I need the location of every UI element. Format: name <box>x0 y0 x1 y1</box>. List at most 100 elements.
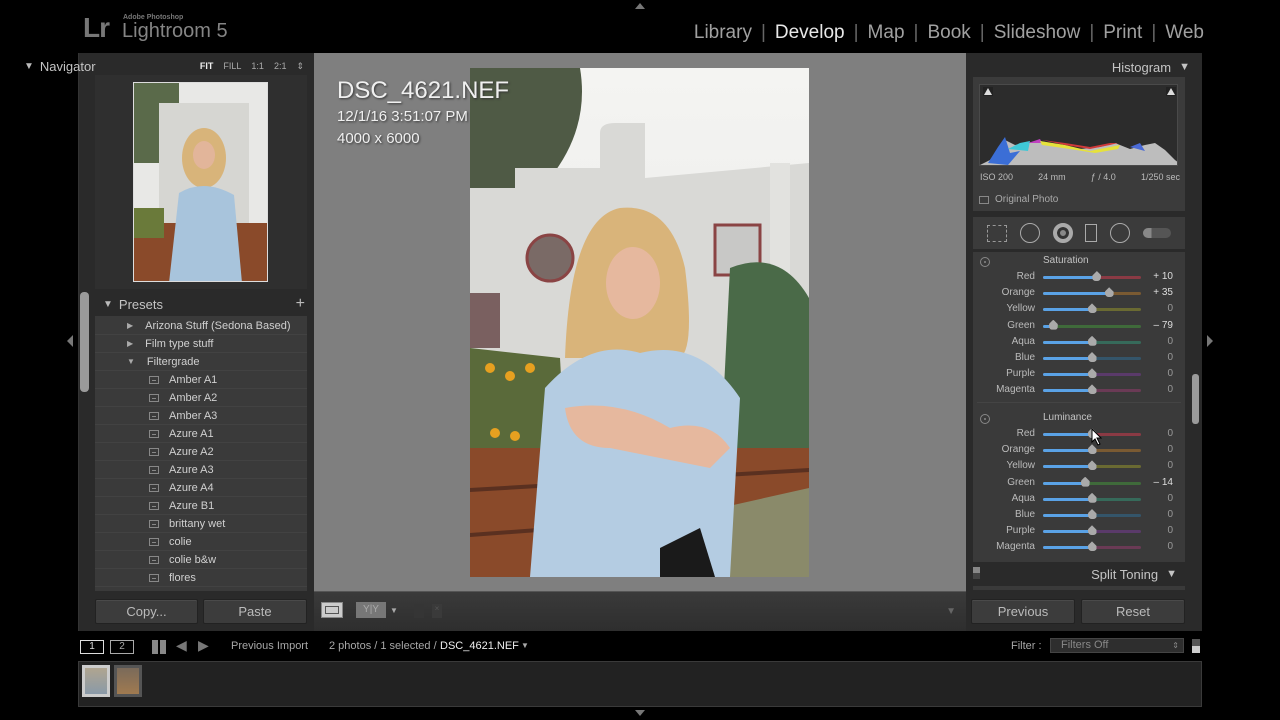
preset-folder[interactable]: ▶ Film type stuff <box>95 335 307 353</box>
view-dropdown-icon[interactable]: ▼ <box>390 606 398 615</box>
filmstrip-thumbnail[interactable] <box>82 665 110 697</box>
saturation-slider-orange[interactable]: Orange + 35 <box>973 285 1185 301</box>
saturation-slider-blue[interactable]: Blue 0 <box>973 350 1185 366</box>
module-develop[interactable]: Develop <box>775 22 845 44</box>
slider-value[interactable]: 0 <box>1137 428 1173 439</box>
module-book[interactable]: Book <box>927 22 970 44</box>
slider-value[interactable]: 0 <box>1137 352 1173 363</box>
slider-thumb[interactable] <box>1087 492 1097 503</box>
luminance-slider-red[interactable]: Red 0 <box>973 426 1185 442</box>
slider-thumb[interactable] <box>1104 287 1114 298</box>
preset-folder[interactable]: ▼ Filtergrade <box>95 353 307 371</box>
slider-value[interactable]: 0 <box>1137 303 1173 314</box>
filter-select[interactable]: Filters Off ⇕ <box>1050 638 1184 653</box>
flag-icon[interactable] <box>414 604 424 618</box>
slider-value[interactable]: 0 <box>1137 525 1173 536</box>
slider-thumb[interactable] <box>1048 319 1058 330</box>
slider-thumb[interactable] <box>1087 460 1097 471</box>
luminance-targeted-adjustment-icon[interactable] <box>980 414 990 424</box>
saturation-slider-yellow[interactable]: Yellow 0 <box>973 301 1185 317</box>
slider-value[interactable]: – 14 <box>1137 477 1173 488</box>
split-toning-header[interactable]: Split Toning ▼ <box>973 563 1185 585</box>
previous-button[interactable]: Previous <box>971 599 1075 624</box>
spot-removal-icon[interactable] <box>1019 223 1040 243</box>
slider-value[interactable]: 0 <box>1137 460 1173 471</box>
grid-view-icon[interactable] <box>152 640 166 654</box>
slider-thumb[interactable] <box>1087 509 1097 519</box>
luminance-slider-blue[interactable]: Blue 0 <box>973 507 1185 523</box>
luminance-slider-aqua[interactable]: Aqua 0 <box>973 491 1185 507</box>
adjustment-brush-icon[interactable] <box>1142 228 1171 238</box>
crop-overlay-icon[interactable] <box>987 224 1008 242</box>
slider-value[interactable]: 0 <box>1137 336 1173 347</box>
right-panel-scrollbar[interactable] <box>1192 374 1199 424</box>
radial-filter-icon[interactable] <box>1109 223 1130 243</box>
copy-settings-button[interactable]: Copy... <box>95 599 198 624</box>
slider-thumb[interactable] <box>1087 335 1097 346</box>
secondary-window-button[interactable]: 2 <box>110 640 134 654</box>
slider-thumb[interactable] <box>1087 541 1097 552</box>
luminance-slider-green[interactable]: Green – 14 <box>973 475 1185 491</box>
add-preset-icon[interactable]: + <box>296 295 305 313</box>
preset-item[interactable]: flores <box>95 569 307 587</box>
preset-item[interactable]: Amber A2 <box>95 389 307 407</box>
toolbar-options-icon[interactable]: ▼ <box>946 606 956 617</box>
slider-thumb[interactable] <box>1092 271 1102 281</box>
preset-item[interactable]: colie b&w <box>95 551 307 569</box>
saturation-targeted-adjustment-icon[interactable] <box>980 257 990 267</box>
zoom-stepper-icon[interactable]: ⇕ <box>296 61 304 72</box>
histogram-header[interactable]: Histogram ▼ <box>1040 56 1190 78</box>
panel-switch-icon[interactable] <box>973 567 980 579</box>
file-dropdown-icon[interactable]: ▼ <box>521 641 529 650</box>
red-eye-icon[interactable] <box>1052 223 1073 243</box>
left-panel-scrollbar[interactable] <box>80 292 89 392</box>
primary-window-button[interactable]: 1 <box>80 640 104 654</box>
navigator-preview[interactable] <box>133 82 268 282</box>
paste-settings-button[interactable]: Paste <box>203 599 307 624</box>
preset-item[interactable]: Azure A1 <box>95 425 307 443</box>
original-photo-toggle[interactable]: Original Photo <box>979 194 1058 205</box>
back-arrow-icon[interactable]: ◀ <box>176 637 187 654</box>
module-library[interactable]: Library <box>694 22 752 44</box>
module-map[interactable]: Map <box>868 22 905 44</box>
preset-item[interactable]: Amber A3 <box>95 407 307 425</box>
slider-value[interactable]: 0 <box>1137 444 1173 455</box>
graduated-filter-icon[interactable] <box>1085 224 1098 242</box>
slider-thumb[interactable] <box>1087 525 1097 536</box>
saturation-slider-red[interactable]: Red + 10 <box>973 269 1185 285</box>
filmstrip-selected-file[interactable]: DSC_4621.NEF <box>440 640 519 652</box>
slider-value[interactable]: 0 <box>1137 368 1173 379</box>
bottom-panel-toggle[interactable] <box>635 710 645 716</box>
preset-item[interactable]: Amber A1 <box>95 371 307 389</box>
saturation-slider-green[interactable]: Green – 79 <box>973 318 1185 334</box>
slider-value[interactable]: 0 <box>1137 493 1173 504</box>
preset-item[interactable]: Azure A3 <box>95 461 307 479</box>
slider-thumb[interactable] <box>1080 476 1090 487</box>
slider-value[interactable]: 0 <box>1137 541 1173 552</box>
checkbox-icon[interactable] <box>979 195 989 204</box>
filter-lock-toggle[interactable] <box>1192 639 1200 653</box>
preset-item[interactable]: colie <box>95 533 307 551</box>
zoom-fit[interactable]: FIT <box>200 61 214 72</box>
main-photo[interactable] <box>470 68 809 577</box>
slider-value[interactable]: 0 <box>1137 384 1173 395</box>
histogram-graph[interactable] <box>979 84 1178 166</box>
saturation-slider-aqua[interactable]: Aqua 0 <box>973 334 1185 350</box>
module-slideshow[interactable]: Slideshow <box>994 22 1081 44</box>
zoom-fill[interactable]: FILL <box>223 61 241 72</box>
luminance-slider-magenta[interactable]: Magenta 0 <box>973 539 1185 555</box>
preset-item[interactable]: Azure A2 <box>95 443 307 461</box>
saturation-slider-magenta[interactable]: Magenta 0 <box>973 382 1185 398</box>
zoom-1-1[interactable]: 1:1 <box>251 61 264 72</box>
slider-value[interactable]: 0 <box>1137 509 1173 520</box>
preset-item[interactable]: brittany wet <box>95 515 307 533</box>
slider-value[interactable]: – 79 <box>1137 320 1173 331</box>
navigator-header[interactable]: ▼ Navigator FIT FILL 1:1 2:1 ⇕ <box>16 55 310 77</box>
reject-flag-icon[interactable]: × <box>432 604 442 618</box>
zoom-2-1[interactable]: 2:1 <box>274 61 287 72</box>
luminance-slider-yellow[interactable]: Yellow 0 <box>973 458 1185 474</box>
module-web[interactable]: Web <box>1165 22 1204 44</box>
luminance-slider-orange[interactable]: Orange 0 <box>973 442 1185 458</box>
luminance-slider-purple[interactable]: Purple 0 <box>973 523 1185 539</box>
preset-item[interactable]: Azure B1 <box>95 497 307 515</box>
